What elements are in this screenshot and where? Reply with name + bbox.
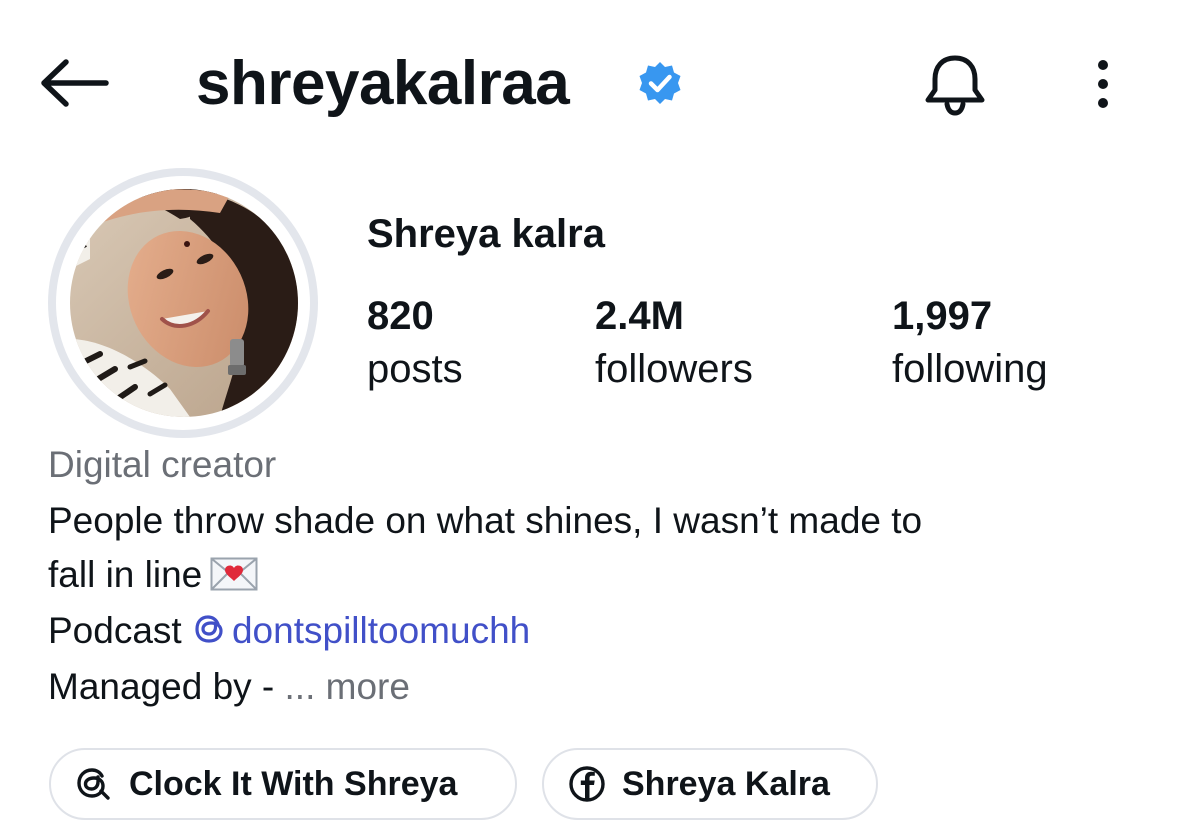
- bio-more-link[interactable]: ... more: [285, 666, 410, 707]
- arrow-left-icon: [41, 59, 109, 107]
- podcast-handle-link[interactable]: dontspilltoomuchh: [192, 610, 530, 651]
- display-name: Shreya kalra: [367, 212, 605, 256]
- followers-value: 2.4M: [595, 294, 684, 338]
- bio-text: fall in line: [48, 554, 203, 595]
- bio-text: Podcast: [48, 610, 192, 651]
- profile-category: Digital creator: [48, 444, 277, 485]
- threads-icon: [195, 615, 223, 643]
- bio-line: People throw shade on what shines, I was…: [48, 500, 923, 541]
- followers-label: followers: [595, 347, 753, 391]
- verified-badge-icon: [639, 62, 681, 104]
- love-letter-icon: [210, 557, 258, 591]
- following-label: following: [892, 347, 1048, 391]
- more-options-button[interactable]: [1086, 58, 1120, 110]
- bio-line: fall in line: [48, 550, 258, 600]
- avatar[interactable]: [70, 189, 298, 417]
- bio-line: Podcast dontspilltoomuchh: [48, 606, 530, 656]
- more-vertical-icon: [1098, 60, 1108, 108]
- facebook-link-label: Shreya Kalra: [622, 765, 830, 803]
- threads-icon: [77, 768, 110, 800]
- following-value: 1,997: [892, 294, 993, 338]
- profile-page: shreyakalraa Shreya kalra 820 posts 2.4M…: [0, 0, 1200, 822]
- facebook-icon: [569, 766, 605, 802]
- back-button[interactable]: [38, 58, 110, 108]
- facebook-link-button[interactable]: Shreya Kalra: [542, 748, 878, 820]
- profile-photo: [70, 189, 298, 417]
- posts-label: posts: [367, 347, 463, 391]
- notifications-button[interactable]: [920, 52, 990, 118]
- profile-username: shreyakalraa: [196, 49, 570, 118]
- posts-value: 820: [367, 294, 434, 338]
- bell-icon: [925, 55, 985, 116]
- following-count[interactable]: 1,997 following: [892, 292, 1048, 398]
- posts-count[interactable]: 820 posts: [367, 292, 463, 398]
- threads-link-label: Clock It With Shreya: [129, 765, 458, 803]
- followers-count[interactable]: 2.4M followers: [595, 292, 753, 398]
- threads-link-button[interactable]: Clock It With Shreya: [49, 748, 517, 820]
- bio-line: Managed by - ... more: [48, 662, 410, 712]
- bio-text: Managed by -: [48, 666, 285, 707]
- podcast-handle-text: dontspilltoomuchh: [231, 610, 531, 651]
